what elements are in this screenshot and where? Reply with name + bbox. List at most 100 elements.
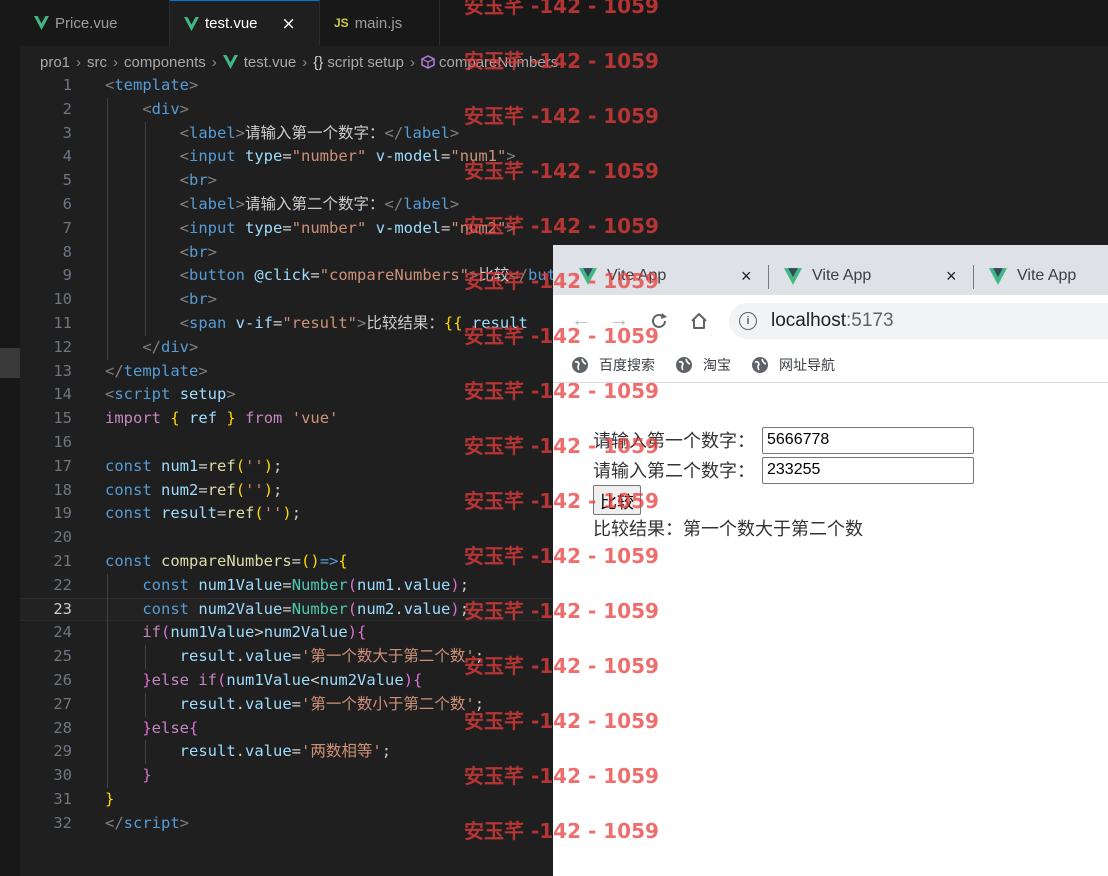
vue-icon [222, 55, 238, 69]
activity-bar-marker [0, 348, 20, 378]
line-number: 4 [62, 147, 72, 166]
compare-button[interactable]: 比较 [593, 485, 641, 515]
line-number: 7 [62, 218, 72, 237]
line-number: 23 [53, 599, 72, 618]
line-number: 17 [53, 456, 72, 475]
line-number: 19 [53, 504, 72, 523]
code-line: 7 <input type="number" v-model="num2"> [20, 216, 1108, 241]
line-number: 6 [62, 194, 72, 213]
back-arrow-icon[interactable]: ← [571, 309, 591, 332]
vue-icon [784, 267, 802, 285]
line-number: 31 [53, 789, 72, 808]
reload-icon[interactable] [649, 311, 669, 331]
tab-divider [973, 265, 974, 289]
line-number: 16 [53, 432, 72, 451]
second-number-label: 请输入第二个数字： [593, 461, 755, 482]
breadcrumb-item[interactable]: components [124, 54, 206, 71]
line-number: 10 [53, 290, 72, 309]
code-line: 1 <template> [20, 74, 1108, 98]
line-number: 2 [62, 99, 72, 118]
browser-toolbar: ← → i localhost:5173 [553, 295, 1108, 347]
chevron-right-icon: › [410, 53, 416, 71]
url-port: :5173 [846, 310, 894, 331]
tab-price-vue[interactable]: Price.vue [20, 0, 170, 46]
line-number: 24 [53, 623, 72, 642]
line-number: 15 [53, 409, 72, 428]
chevron-right-icon: › [113, 53, 119, 71]
second-number-input[interactable] [762, 456, 974, 484]
line-number: 20 [53, 528, 72, 547]
line-number: 30 [53, 766, 72, 785]
breadcrumb-item[interactable]: src [87, 54, 107, 71]
vue-icon [34, 16, 49, 30]
line-number: 5 [62, 171, 72, 190]
first-number-input[interactable] [762, 426, 974, 454]
js-icon: JS [334, 16, 349, 30]
line-number: 1 [62, 76, 72, 94]
line-number: 22 [53, 575, 72, 594]
bookmarks-bar: 百度搜索 淘宝 网址导航 [553, 347, 1108, 383]
chevron-right-icon: › [76, 53, 82, 71]
tab-label: Price.vue [55, 14, 118, 32]
tab-test-vue[interactable]: test.vue × [170, 0, 320, 46]
line-number: 3 [62, 123, 72, 142]
code-line: 4 <input type="number" v-model="num1"> [20, 145, 1108, 170]
forward-arrow-icon[interactable]: → [609, 309, 629, 332]
bookmark-item[interactable]: 网址导航 [751, 355, 835, 375]
globe-icon [676, 356, 692, 373]
tab-label: test.vue [205, 15, 258, 32]
vue-icon [184, 16, 199, 31]
bookmark-label: 淘宝 [703, 356, 731, 373]
bookmark-label: 百度搜索 [599, 356, 655, 373]
line-number: 11 [53, 313, 72, 332]
editor-tab-bar: Price.vue test.vue × JS main.js [20, 0, 1108, 46]
breadcrumb: pro1 › src › components › test.vue › {} scri… [40, 50, 558, 74]
breadcrumb-item[interactable]: script setup [327, 54, 404, 71]
line-number: 27 [53, 694, 72, 713]
breadcrumb-item[interactable]: compareNumbers [439, 54, 558, 71]
vue-icon [989, 267, 1007, 285]
address-bar[interactable]: i localhost:5173 [729, 303, 1108, 339]
line-number: 8 [62, 242, 72, 261]
vue-icon [579, 267, 597, 285]
line-number: 18 [53, 480, 72, 499]
activity-bar [0, 0, 20, 876]
home-icon[interactable] [689, 311, 709, 331]
globe-icon [572, 356, 588, 373]
tab-main-js[interactable]: JS main.js [320, 0, 440, 46]
braces-icon: {} [313, 53, 324, 71]
line-number: 26 [53, 670, 72, 689]
browser-tab[interactable]: Vite App × [579, 257, 759, 295]
browser-tab-title: Vite App [607, 267, 667, 284]
line-number: 32 [53, 813, 72, 832]
browser-tab[interactable]: Vite App × [784, 257, 964, 295]
bookmark-item[interactable]: 淘宝 [675, 355, 731, 375]
close-icon[interactable]: × [282, 14, 296, 34]
browser-tab-strip: Vite App × Vite App × Vite App [553, 245, 1108, 295]
tab-divider [768, 265, 769, 289]
line-number: 12 [53, 337, 72, 356]
result-text: 比较结果：第一个数大于第二个数 [593, 519, 863, 540]
line-number: 28 [53, 718, 72, 737]
line-number: 25 [53, 647, 72, 666]
page-content: 请输入第一个数字： 请输入第二个数字： 比较 比较结果：第一个数大于第二个数 [593, 425, 974, 545]
line-number: 9 [62, 266, 72, 285]
tab-label: main.js [354, 14, 403, 32]
info-icon[interactable]: i [739, 312, 757, 330]
first-number-label: 请输入第一个数字： [593, 431, 755, 452]
bookmark-label: 网址导航 [779, 356, 835, 373]
line-number: 14 [53, 385, 72, 404]
browser-tab[interactable]: Vite App [989, 257, 1108, 295]
code-line: 2 <div> [20, 97, 1108, 122]
breadcrumb-item[interactable]: pro1 [40, 54, 70, 71]
method-cube-icon [421, 55, 435, 69]
chevron-right-icon: › [211, 53, 217, 71]
close-icon[interactable]: × [741, 266, 752, 287]
browser-tab-title: Vite App [812, 267, 872, 284]
bookmark-item[interactable]: 百度搜索 [571, 355, 655, 375]
breadcrumb-item[interactable]: test.vue [244, 54, 297, 71]
chevron-right-icon: › [302, 53, 308, 71]
form-row: 比较 [593, 485, 974, 515]
close-icon[interactable]: × [946, 266, 957, 287]
form-row: 请输入第一个数字： [593, 425, 974, 455]
